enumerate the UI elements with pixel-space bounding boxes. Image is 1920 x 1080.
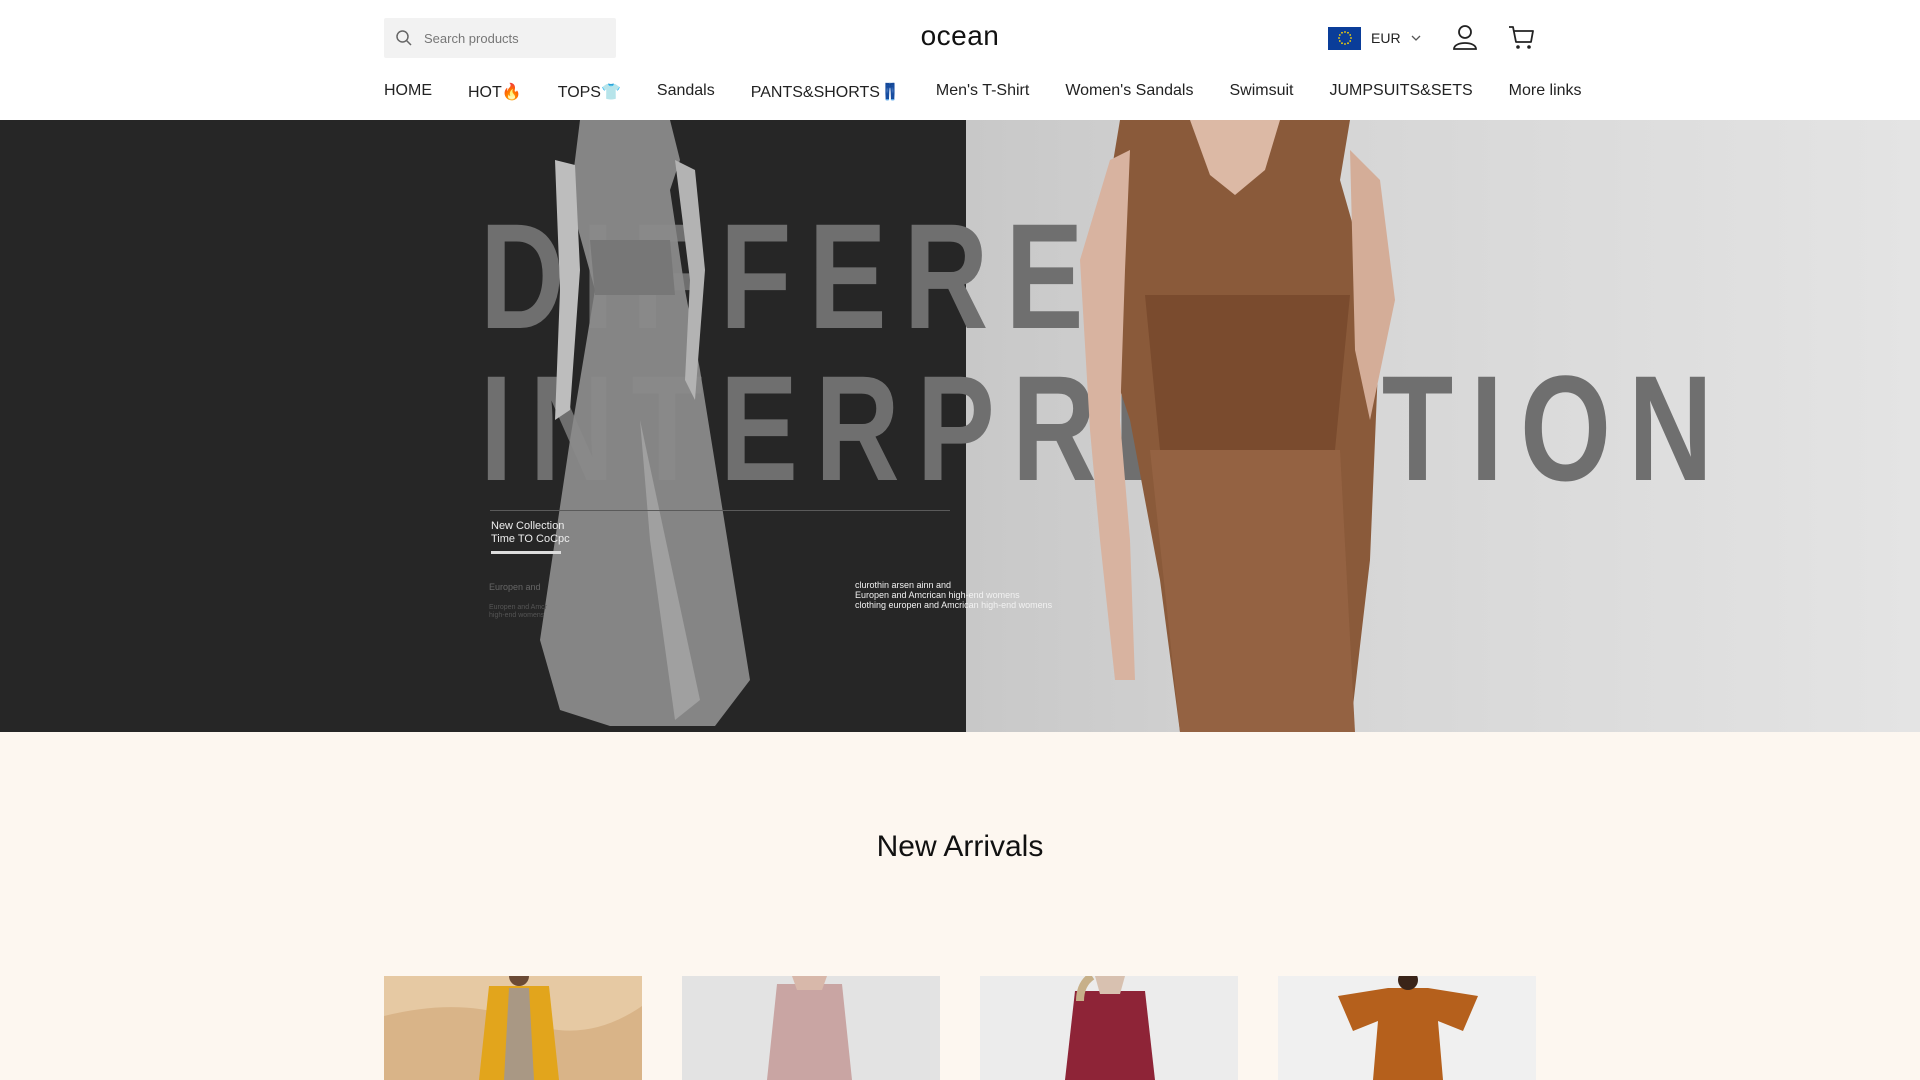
nav-sandals[interactable]: Sandals [657, 82, 715, 102]
hero-underline [491, 551, 561, 554]
product-image[interactable] [1278, 976, 1536, 1080]
eu-flag-icon [1328, 26, 1361, 50]
hero-model-grey-dress [540, 120, 750, 726]
currency-selector[interactable]: EUR [1328, 26, 1421, 50]
product-card[interactable] [1278, 976, 1536, 1080]
hero-small-text: Europen and [489, 582, 541, 592]
currency-code: EUR [1371, 30, 1401, 46]
hero-model-brown-dress [1080, 120, 1395, 732]
nav-more-links[interactable]: More links [1509, 82, 1582, 102]
product-image[interactable] [682, 976, 940, 1080]
search-input[interactable] [422, 29, 616, 47]
main-nav: HOME HOT🔥 TOPS👕 Sandals PANTS&SHORTS👖 Me… [384, 82, 1582, 102]
chevron-down-icon [1411, 35, 1421, 41]
nav-swimsuit[interactable]: Swimsuit [1229, 82, 1293, 102]
site-logo[interactable]: ocean [921, 20, 1000, 51]
product-card[interactable] [980, 976, 1238, 1080]
nav-home[interactable]: HOME [384, 82, 432, 102]
cart-icon[interactable] [1506, 22, 1536, 52]
product-image[interactable] [980, 976, 1238, 1080]
product-grid [384, 976, 1536, 1080]
hero-caption: clurothin arsen ainn and Europen and Amc… [855, 580, 1053, 610]
account-icon[interactable] [1450, 22, 1480, 52]
hero-banner[interactable]: DIFFERENT INTERPRETATION New Collection … [0, 120, 1920, 732]
search-icon[interactable] [395, 29, 413, 47]
product-card[interactable] [682, 976, 940, 1080]
nav-womens-sandals[interactable]: Women's Sandals [1065, 82, 1193, 102]
hero-small-text-2: Europen and Amcr high-end womens [489, 604, 547, 619]
nav-pants-shorts[interactable]: PANTS&SHORTS👖 [751, 82, 900, 102]
search-bar[interactable] [384, 18, 616, 58]
hero-divider [490, 510, 950, 511]
product-image[interactable] [384, 976, 642, 1080]
nav-mens-tshirt[interactable]: Men's T-Shirt [936, 82, 1029, 102]
hero-subtitle: New Collection Time TO CoCpc [491, 520, 570, 545]
site-header: ocean EUR HOME HOT🔥 TOPS👕 Sandals PAN [0, 0, 1920, 120]
nav-hot[interactable]: HOT🔥 [468, 82, 522, 102]
new-arrivals-heading: New Arrivals [876, 830, 1044, 863]
product-card[interactable] [384, 976, 642, 1080]
nav-tops[interactable]: TOPS👕 [558, 82, 621, 102]
nav-jumpsuits-sets[interactable]: JUMPSUITS&SETS [1330, 82, 1473, 102]
